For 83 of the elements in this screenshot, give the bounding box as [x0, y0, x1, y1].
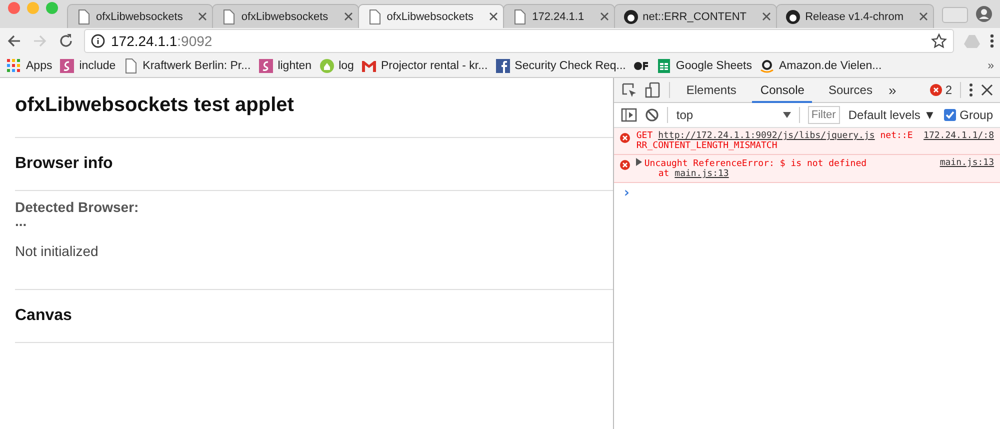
devtools-tab[interactable]: Elements — [678, 78, 744, 102]
clear-icon — [645, 108, 660, 122]
dropdown-arrow-icon — [783, 112, 792, 118]
window-control[interactable] — [27, 2, 39, 14]
devtools-tab[interactable]: Sources — [820, 78, 880, 102]
sidebar-toggle-icon — [621, 108, 638, 122]
error-icon — [620, 133, 630, 143]
page-icon — [221, 8, 238, 24]
close-icon — [981, 84, 993, 96]
more-bookmarks-button[interactable]: » — [988, 60, 994, 72]
browser-tab[interactable]: ofxLibwebsockets — [358, 4, 504, 28]
inspect-icon — [621, 82, 638, 98]
section-heading: Browser info — [15, 155, 114, 173]
spreadsheet-icon — [656, 58, 672, 74]
bookmark[interactable]: Google Sheets — [656, 58, 752, 74]
bookmark[interactable]: Security Check Req... — [494, 58, 626, 74]
house-badge-icon — [318, 58, 335, 74]
checkmark-icon — [944, 110, 955, 120]
forward-icon — [32, 33, 48, 49]
more-options-icon — [969, 82, 973, 98]
context-dropdown[interactable]: top — [676, 108, 792, 122]
menu-icon — [990, 33, 994, 49]
browser-tab[interactable]: ofxLibwebsockets — [67, 4, 214, 28]
new-tab-button[interactable] — [942, 7, 968, 23]
device-icon — [645, 82, 662, 98]
error-message: Uncaught ReferenceError: $ is not defined — [644, 159, 867, 169]
page-icon — [122, 58, 139, 74]
error-icon — [930, 84, 942, 96]
devtools-tab[interactable]: Console — [752, 78, 812, 102]
bookmark[interactable]: lighten — [258, 58, 312, 74]
browser-tab[interactable]: ofxLibwebsockets — [212, 4, 359, 28]
bookmark[interactable]: Apps — [6, 58, 52, 74]
s-logo-icon — [258, 58, 274, 74]
window-control[interactable] — [46, 2, 58, 14]
page-icon — [76, 8, 92, 24]
source-link[interactable]: main.js:13 — [674, 169, 729, 179]
info-label: Detected Browser: — [15, 199, 140, 215]
close-icon — [198, 12, 208, 21]
section-heading: Canvas — [15, 307, 73, 325]
s-logo-icon — [59, 58, 76, 74]
bookmark[interactable]: include — [59, 58, 116, 74]
source-link[interactable]: 172.24.1.1/:8 — [924, 131, 994, 141]
source-link[interactable]: http://172.24.1.1:9092/js/libs/jquery.js — [658, 131, 875, 141]
back-icon — [6, 33, 22, 49]
address-bar[interactable]: 172.24.1.1:9092 — [84, 29, 954, 53]
browser-tab[interactable]: net::ERR_CONTENT — [614, 4, 778, 28]
window-control[interactable] — [8, 2, 20, 14]
apps-icon — [6, 58, 22, 74]
profile-icon — [976, 6, 992, 22]
bookmark[interactable]: log — [318, 58, 354, 74]
close-icon — [600, 12, 609, 21]
error-count: 2 — [945, 83, 952, 97]
filter-field[interactable]: Filter — [808, 106, 840, 124]
facebook-icon — [494, 58, 511, 74]
url-text: 172.24.1.1:9092 — [111, 33, 212, 49]
amazon-icon — [758, 58, 775, 74]
bookmark[interactable]: Projector rental - kr... — [360, 58, 488, 74]
page-icon — [366, 8, 383, 24]
status-text: Not initialized — [15, 243, 100, 259]
close-icon — [919, 12, 928, 21]
more-tabs-button[interactable]: » — [888, 82, 896, 98]
console-prompt[interactable]: › — [614, 183, 1000, 203]
info-icon — [91, 34, 105, 48]
checkbox-label: Group — [960, 108, 993, 122]
checkbox[interactable] — [944, 109, 956, 121]
bookmark[interactable]: Amazon.de Vielen... — [758, 58, 882, 74]
error-icon — [620, 160, 630, 170]
info-label: ... — [15, 215, 28, 227]
close-icon — [762, 12, 772, 21]
reload-icon — [58, 33, 74, 49]
page-title: ofxLibwebsockets test applet — [15, 94, 295, 117]
drive-icon — [964, 33, 980, 49]
browser-tab[interactable]: Release v1.4-chrom — [776, 4, 934, 28]
bookmark[interactable]: Kraftwerk Berlin: Pr... — [122, 58, 251, 74]
levels-dropdown[interactable]: Default levels ▼ — [848, 108, 936, 122]
error-message: GET http://172.24.1.1:9092/js/libs/jquery.js net::ERR_CONTENT_LENGTH_MISMATCH — [636, 131, 913, 151]
stack-trace-line: at main.js:13 — [657, 169, 730, 179]
close-icon — [344, 12, 353, 21]
page-icon — [512, 8, 528, 24]
source-link[interactable]: main.js:13 — [940, 158, 994, 168]
browser-tab[interactable]: 172.24.1.1 — [503, 4, 615, 28]
close-icon — [489, 12, 498, 21]
star-icon — [931, 33, 947, 49]
